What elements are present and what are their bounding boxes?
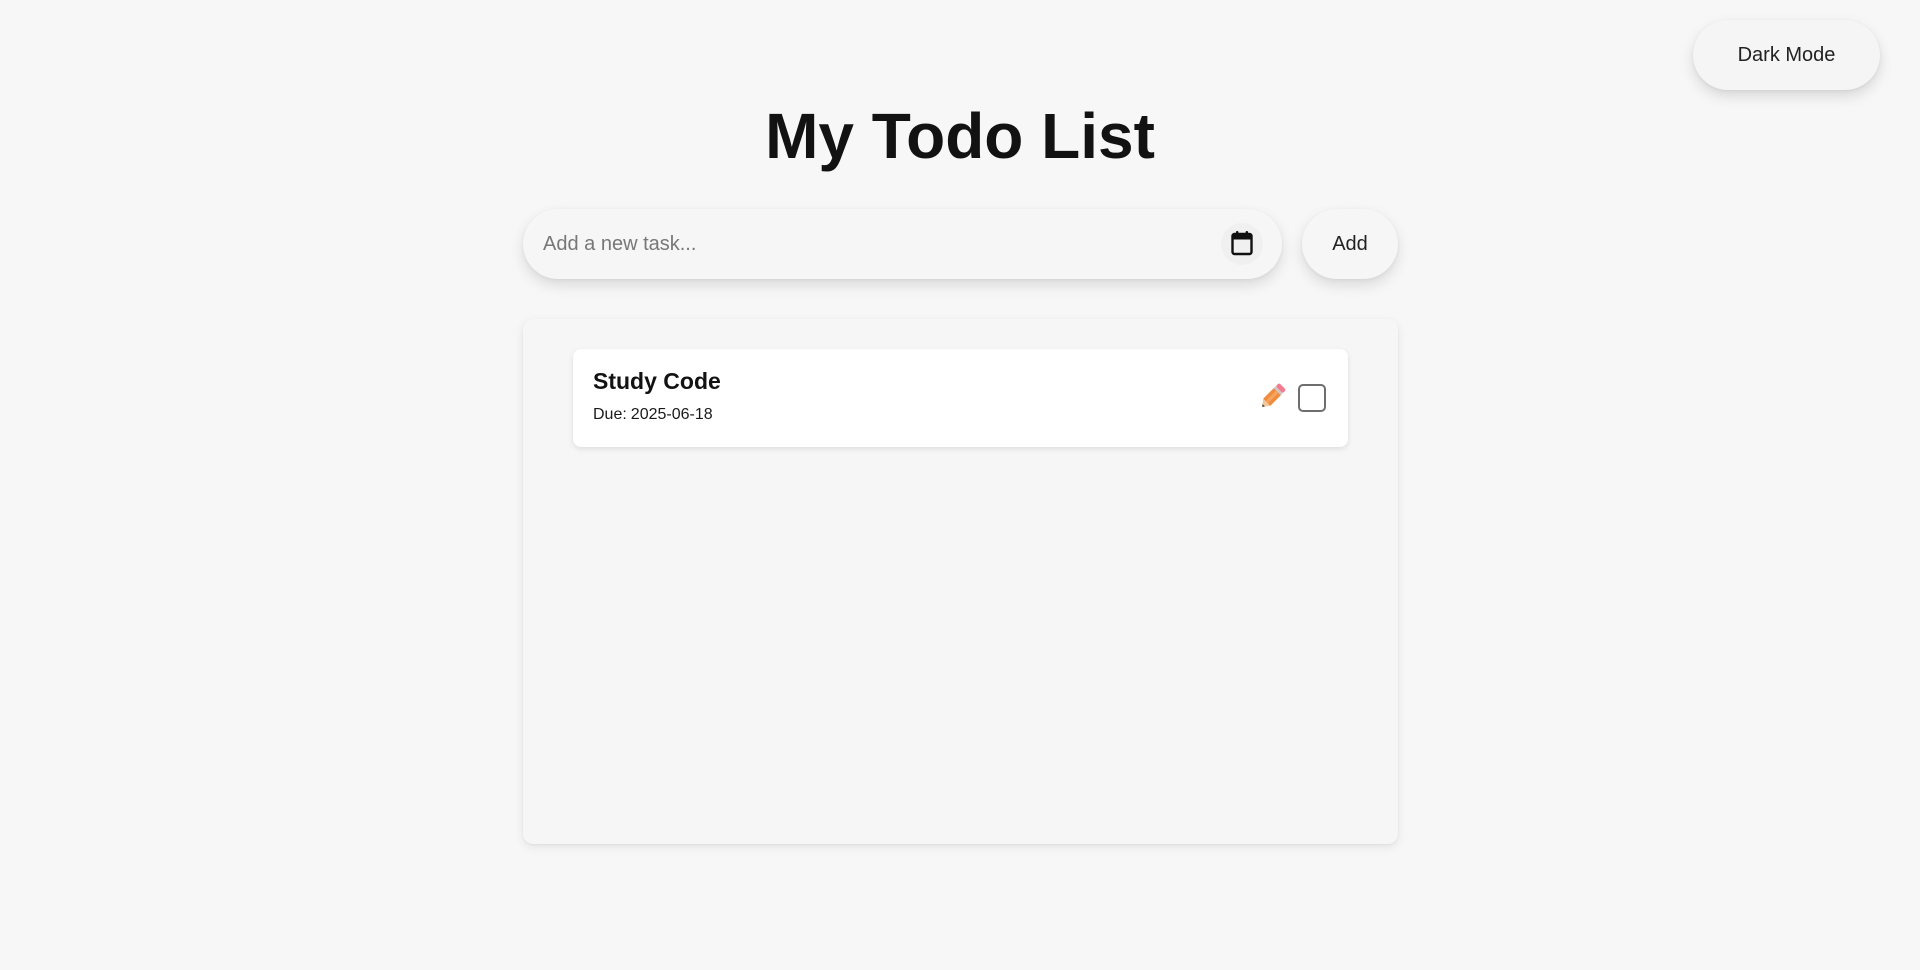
due-label: Due: — [593, 406, 627, 423]
calendar-icon — [1230, 230, 1254, 259]
todo-due-date: Due: 2025-06-18 — [593, 406, 713, 424]
todo-app: Dark Mode My Todo List Add Study Code Du… — [0, 0, 1920, 970]
add-task-button[interactable]: Add — [1302, 209, 1398, 279]
todo-list: Study Code Due: 2025-06-18 — [523, 319, 1398, 844]
pencil-icon — [1255, 380, 1289, 417]
dark-mode-button[interactable]: Dark Mode — [1693, 20, 1880, 90]
task-input[interactable] — [543, 209, 1213, 279]
complete-checkbox[interactable] — [1298, 384, 1326, 412]
todo-title: Study Code — [593, 368, 721, 394]
page-title: My Todo List — [765, 100, 1155, 172]
due-date-value: 2025-06-18 — [630, 406, 713, 423]
date-picker-button[interactable] — [1221, 223, 1263, 265]
list-item: Study Code Due: 2025-06-18 — [573, 349, 1348, 447]
task-composer — [523, 209, 1282, 279]
edit-button[interactable] — [1253, 379, 1291, 417]
